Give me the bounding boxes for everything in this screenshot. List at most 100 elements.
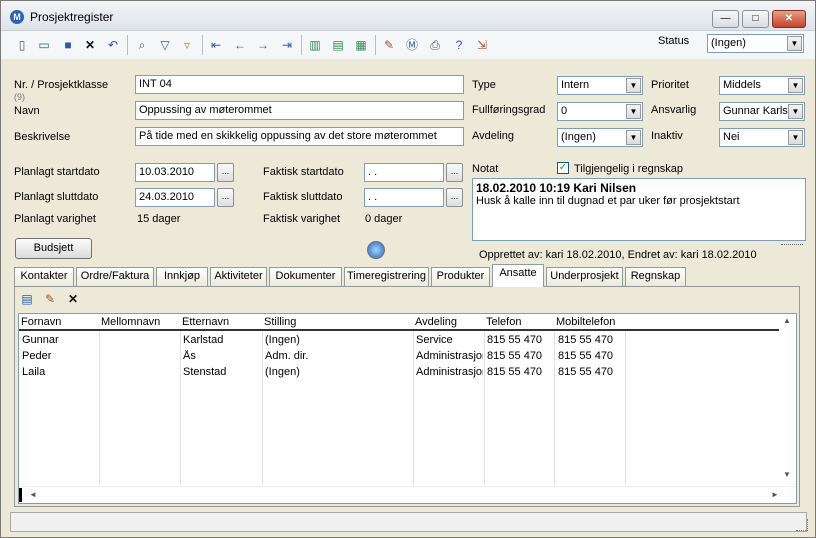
col-header-etternavn[interactable]: Etternavn <box>182 316 229 328</box>
beskrivelse-input[interactable]: På tide med en skikkelig oppussing av de… <box>135 127 464 146</box>
table-row-2-mobiltelefon[interactable]: 815 55 470 <box>558 350 624 362</box>
chevron-down-icon[interactable]: ▼ <box>788 104 803 119</box>
tab-ansatte[interactable]: Ansatte <box>492 264 544 287</box>
clear-filter-icon[interactable]: ▿ <box>179 37 195 53</box>
exit-icon[interactable]: ⇲ <box>474 37 490 53</box>
table-row-3-etternavn[interactable]: Stenstad <box>183 366 261 378</box>
maximize-button[interactable]: □ <box>742 10 769 28</box>
scroll-down-icon[interactable]: ▼ <box>783 470 791 479</box>
tilgjengelig-checkbox[interactable]: ✓ <box>557 162 569 174</box>
table-row-3-stilling[interactable]: (Ingen) <box>265 366 411 378</box>
tab-ordre-faktura[interactable]: Ordre/Faktura <box>76 267 154 286</box>
fullforing-select[interactable]: 0 ▼ <box>557 102 643 121</box>
delete-employee-icon[interactable]: ✕ <box>65 291 81 307</box>
minimize-button[interactable]: — <box>712 10 739 28</box>
tab-underprosjekt[interactable]: Underprosjekt <box>546 267 623 286</box>
new-document-icon[interactable]: ▯ <box>14 37 30 53</box>
tab-kontakter[interactable]: Kontakter <box>14 267 74 286</box>
fakt-start-picker-button[interactable]: ... <box>446 163 463 182</box>
tab-timeregistrering[interactable]: Timeregistrering <box>344 267 429 286</box>
chevron-down-icon[interactable]: ▼ <box>788 78 803 93</box>
table-row-3-avdeling[interactable]: Administrasjon <box>416 366 483 378</box>
export-icon[interactable]: ▦ <box>353 37 369 53</box>
ansvarlig-select[interactable]: Gunnar Karlstad ▼ <box>719 102 805 121</box>
col-header-mobiltelefon[interactable]: Mobiltelefon <box>556 316 615 328</box>
table-row-1-stilling[interactable]: (Ingen) <box>265 334 411 346</box>
plan-start-input[interactable]: 10.03.2010 <box>135 163 215 182</box>
tab-dokumenter[interactable]: Dokumenter <box>269 267 342 286</box>
chevron-down-icon[interactable]: ▼ <box>788 130 803 145</box>
close-window-button[interactable]: ✕ <box>772 10 806 28</box>
fakt-start-input[interactable]: . . <box>364 163 444 182</box>
table-row-2-stilling[interactable]: Adm. dir. <box>265 350 411 362</box>
fakt-slutt-input[interactable]: . . <box>364 188 444 207</box>
col-header-telefon[interactable]: Telefon <box>486 316 521 328</box>
title-bar: M Prosjektregister — □ ✕ <box>1 1 815 31</box>
chevron-down-icon[interactable]: ▼ <box>787 36 802 51</box>
navn-input[interactable]: Oppussing av møterommet <box>135 101 464 120</box>
table-row-2-telefon[interactable]: 815 55 470 <box>487 350 553 362</box>
table-row-2-fornavn[interactable]: Peder <box>22 350 98 362</box>
chevron-down-icon[interactable]: ▼ <box>626 130 641 145</box>
scroll-up-icon[interactable]: ▲ <box>783 316 791 325</box>
horizontal-scrollbar[interactable]: ◄ ► <box>19 486 796 503</box>
avdeling-select[interactable]: (Ingen) ▼ <box>557 128 643 147</box>
previous-record-icon[interactable]: ← <box>232 37 248 53</box>
col-header-fornavn[interactable]: Fornavn <box>21 316 61 328</box>
budsjett-button[interactable]: Budsjett <box>15 238 92 259</box>
search-icon[interactable]: ⌕ <box>134 37 150 53</box>
open-book-icon[interactable]: ▭ <box>36 37 52 53</box>
plan-start-picker-button[interactable]: ... <box>217 163 234 182</box>
chart-icon[interactable]: ▥ <box>307 37 323 53</box>
tilgjengelig-label: Tilgjengelig i regnskap <box>574 163 684 175</box>
tab-innkjop[interactable]: Innkjøp <box>156 267 208 286</box>
table-row-1-telefon[interactable]: 815 55 470 <box>487 334 553 346</box>
refresh-globe-icon[interactable] <box>367 241 385 259</box>
edit-employee-icon[interactable]: ✎ <box>42 291 58 307</box>
table-row-3-mobiltelefon[interactable]: 815 55 470 <box>558 366 624 378</box>
col-header-stilling[interactable]: Stilling <box>264 316 296 328</box>
status-select[interactable]: (Ingen) ▼ <box>707 34 804 53</box>
next-record-icon[interactable]: → <box>255 37 271 53</box>
table-row-1-fornavn[interactable]: Gunnar <box>22 334 98 346</box>
properties-icon[interactable]: ✎ <box>381 37 397 53</box>
table-row-3-telefon[interactable]: 815 55 470 <box>487 366 553 378</box>
window-resize-grip-icon[interactable] <box>796 519 808 531</box>
last-record-icon[interactable]: ⇥ <box>279 37 295 53</box>
inaktiv-select[interactable]: Nei ▼ <box>719 128 805 147</box>
col-header-avdeling[interactable]: Avdeling <box>415 316 457 328</box>
scroll-left-icon[interactable]: ◄ <box>29 490 37 499</box>
save-icon[interactable]: ■ <box>60 37 76 53</box>
plan-slutt-input[interactable]: 24.03.2010 <box>135 188 215 207</box>
notes-textarea[interactable]: 18.02.2010 10:19 Kari Nilsen Husk å kall… <box>472 178 806 241</box>
first-record-icon[interactable]: ⇤ <box>208 37 224 53</box>
nr-input[interactable]: INT 04 <box>135 75 464 94</box>
scroll-right-icon[interactable]: ► <box>771 490 779 499</box>
filter-icon[interactable]: ▽ <box>157 37 173 53</box>
tab-produkter[interactable]: Produkter <box>431 267 490 286</box>
table-row-1-etternavn[interactable]: Karlstad <box>183 334 261 346</box>
table-row-3-fornavn[interactable]: Laila <box>22 366 98 378</box>
type-select[interactable]: Intern ▼ <box>557 76 643 95</box>
add-employee-icon[interactable]: ▤ <box>19 291 35 307</box>
resize-grip-icon[interactable] <box>781 244 803 250</box>
table-row-2-etternavn[interactable]: Ås <box>183 350 261 362</box>
prioritet-select[interactable]: Middels ▼ <box>719 76 805 95</box>
plan-slutt-picker-button[interactable]: ... <box>217 188 234 207</box>
table-row-1-mobiltelefon[interactable]: 815 55 470 <box>558 334 624 346</box>
app-m-icon[interactable]: Ⓜ <box>404 37 420 53</box>
table-row-1-avdeling[interactable]: Service <box>416 334 483 346</box>
tab-aktiviteter[interactable]: Aktiviteter <box>210 267 267 286</box>
delete-icon[interactable]: ✕ <box>82 37 98 53</box>
report-icon[interactable]: ▤ <box>330 37 346 53</box>
tab-regnskap[interactable]: Regnskap <box>625 267 686 286</box>
print-icon[interactable]: ⎙ <box>427 37 443 53</box>
chevron-down-icon[interactable]: ▼ <box>626 78 641 93</box>
col-header-mellomnavn[interactable]: Mellomnavn <box>101 316 160 328</box>
vertical-scrollbar[interactable]: ▲ ▼ <box>779 314 796 486</box>
table-row-2-avdeling[interactable]: Administrasjon <box>416 350 483 362</box>
chevron-down-icon[interactable]: ▼ <box>626 104 641 119</box>
fakt-slutt-picker-button[interactable]: ... <box>446 188 463 207</box>
undo-icon[interactable]: ↶ <box>105 37 121 53</box>
help-icon[interactable]: ? <box>451 37 467 53</box>
